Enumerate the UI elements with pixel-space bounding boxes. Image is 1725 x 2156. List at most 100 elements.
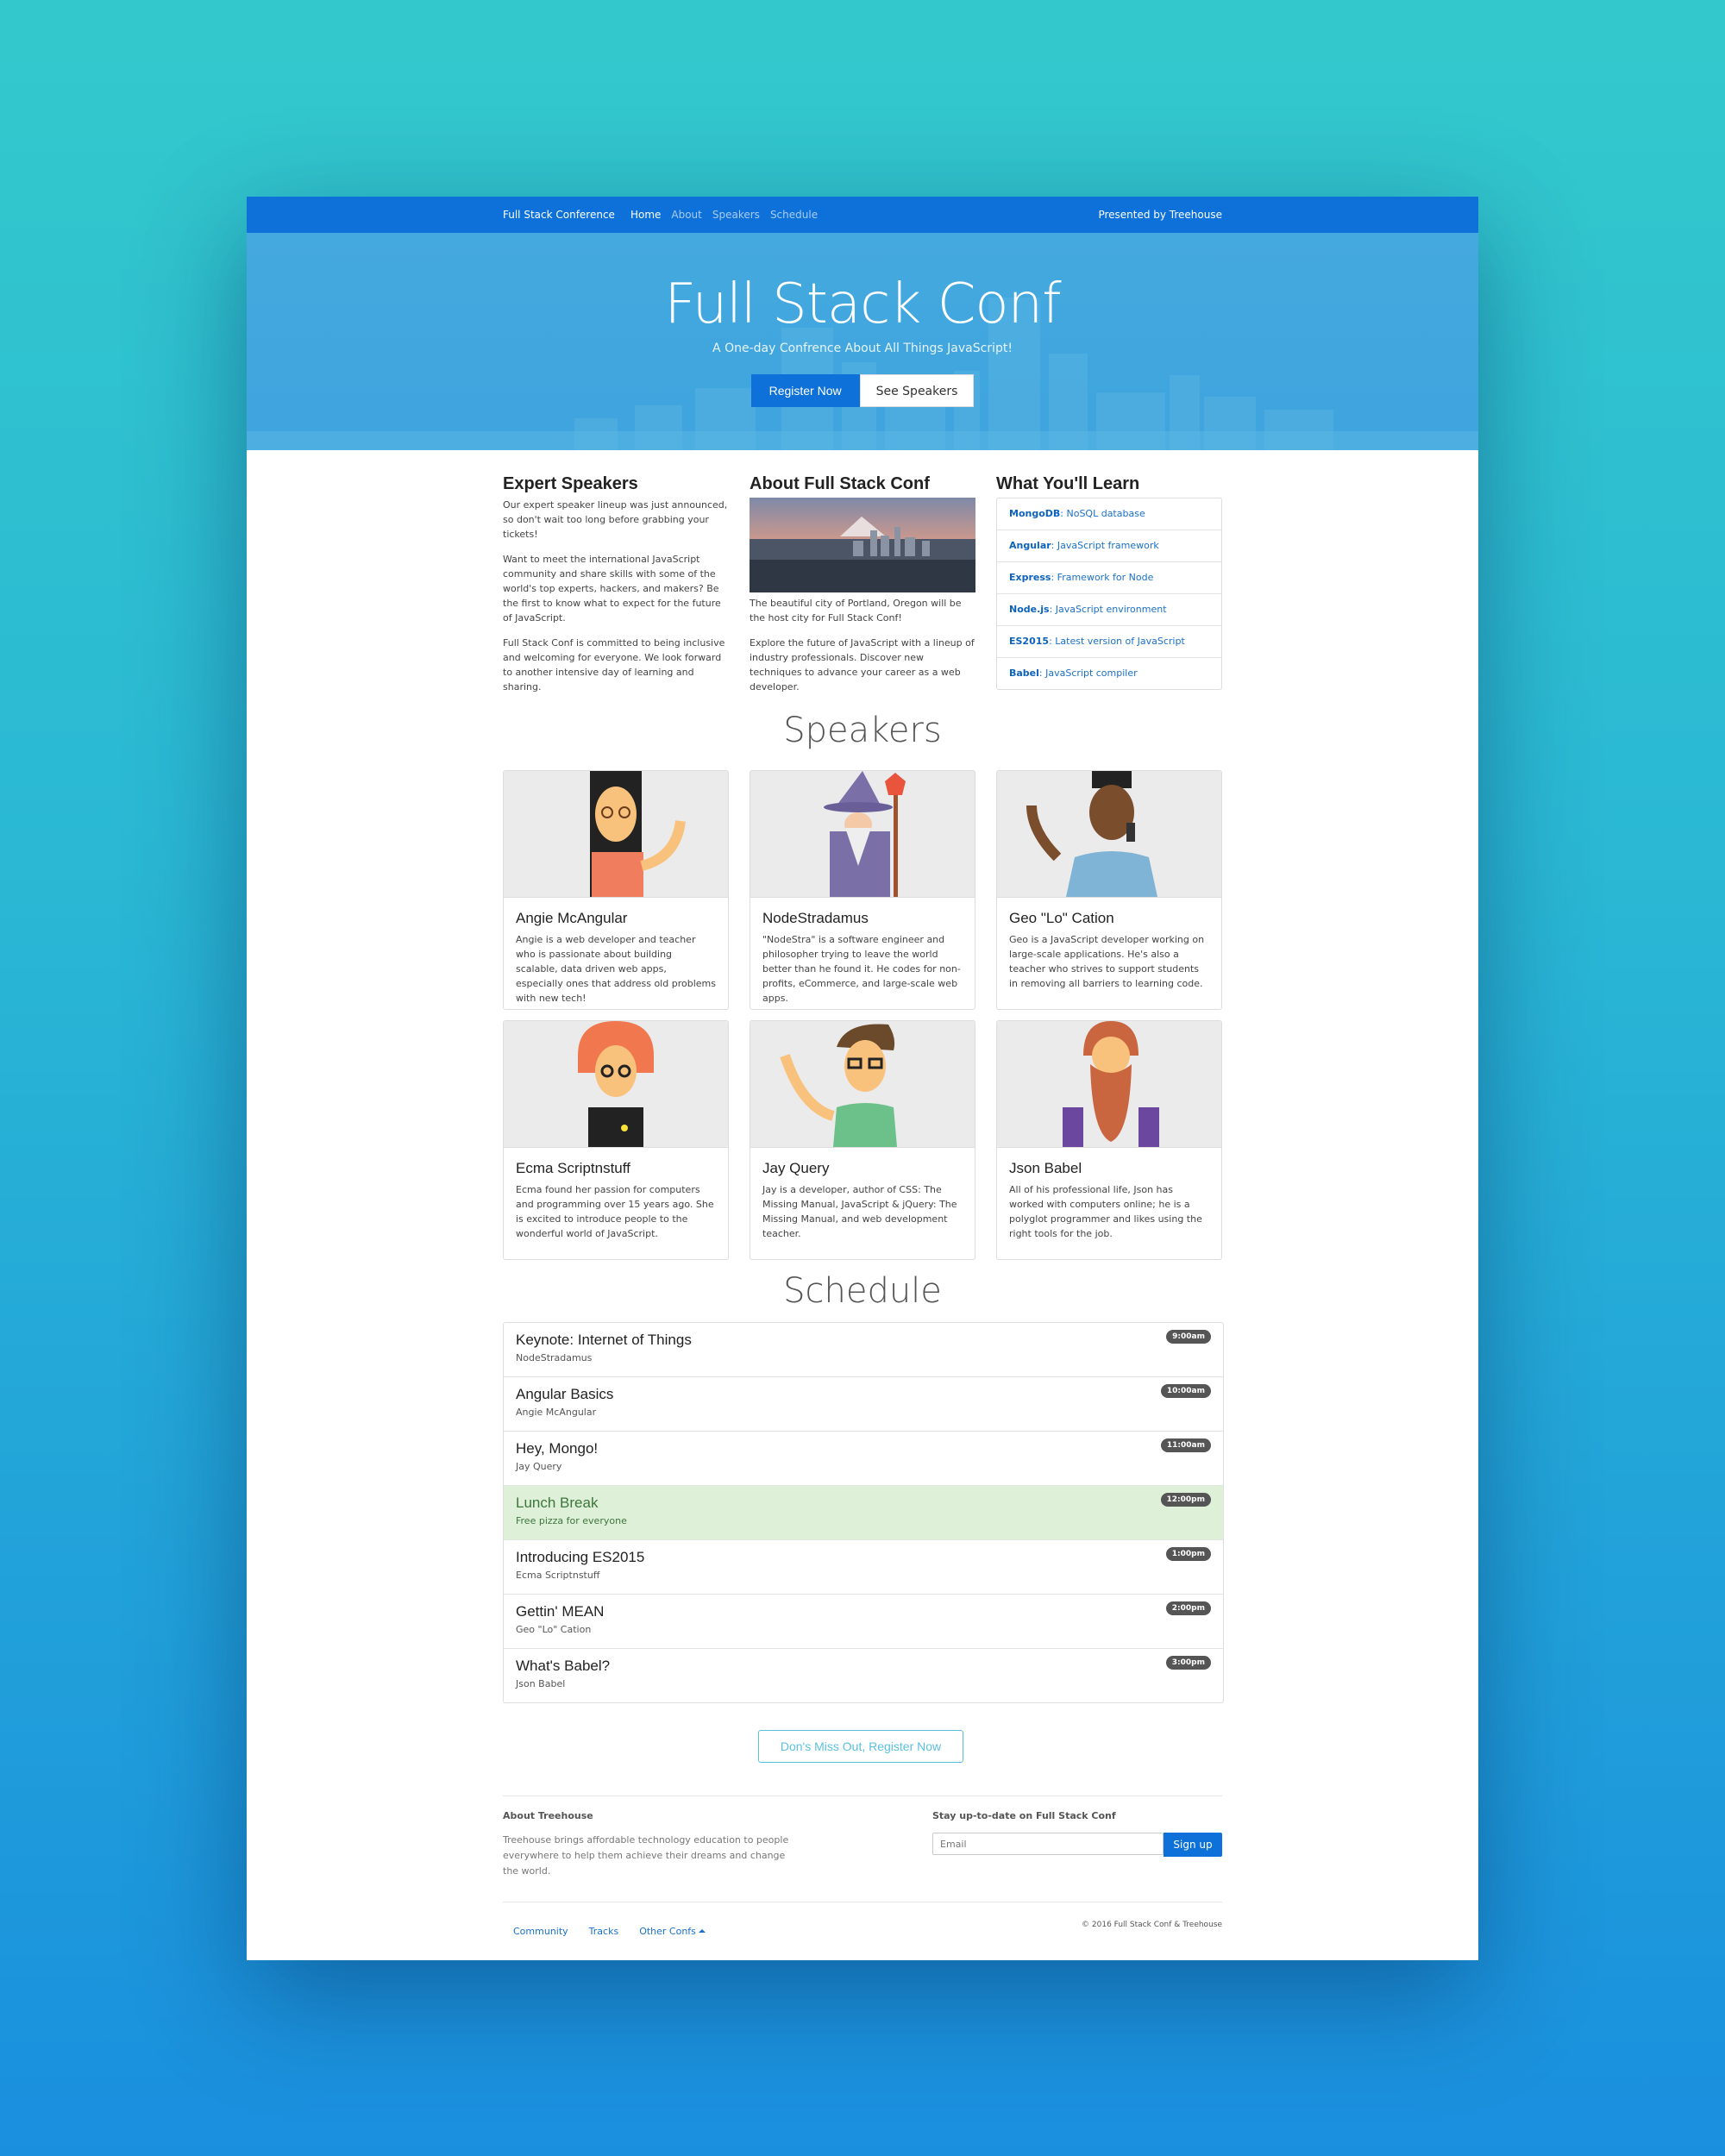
speaker-card: Geo "Lo" Cation Geo is a JavaScript deve… [996,770,1222,1010]
speaker-card: Json Babel All of his professional life,… [996,1020,1222,1260]
portland-city-image [750,498,975,592]
time-badge: 11:00am [1160,1438,1211,1452]
speakers-title: Speakers [783,711,942,750]
learn-item-es2015[interactable]: ES2015: Latest version of JavaScript [997,626,1221,658]
footer: About Treehouse Treehouse brings afforda… [503,1796,1222,1952]
session-speaker: Json Babel [516,1678,566,1689]
schedule-title: Schedule [783,1271,942,1311]
hero-subtitle: A One-day Confrence About All Things Jav… [712,342,1013,355]
footer-link-tracks[interactable]: Tracks [589,1926,619,1937]
sign-up-button[interactable]: Sign up [1164,1833,1222,1857]
page: Full Stack Conference Home About Speaker… [247,197,1478,1960]
about-paragraph: The beautiful city of Portland, Oregon w… [750,598,962,624]
speaker-bio: "NodeStra" is a software engineer and ph… [762,934,961,1004]
expert-paragraph: Full Stack Conf is committed to being in… [503,637,725,693]
schedule-item: Hey, Mongo! Jay Query 11:00am [504,1432,1223,1486]
learn-item-express[interactable]: Express: Framework for Node [997,562,1221,594]
speaker-name: Angie McAngular [516,910,628,926]
expert-paragraph: Our expert speaker lineup was just annou… [503,499,728,540]
footer-about-heading: About Treehouse [503,1810,593,1821]
session-title: Hey, Mongo! [516,1440,599,1457]
learn-item-babel[interactable]: Babel: JavaScript compiler [997,658,1221,689]
speaker-name: NodeStradamus [762,910,869,926]
session-title: Keynote: Internet of Things [516,1332,692,1348]
learn-item-name: Babel [1009,667,1039,679]
footer-newsletter-heading: Stay up-to-date on Full Stack Conf [932,1810,1116,1821]
session-speaker: Jay Query [516,1461,562,1472]
nav-home[interactable]: Home [630,209,661,221]
time-badge: 1:00pm [1165,1547,1211,1561]
learn-item-name: Node.js [1009,604,1050,615]
caret-up-icon [698,1929,706,1933]
speaker-name: Geo "Lo" Cation [1009,910,1114,926]
session-speaker: NodeStradamus [516,1352,593,1363]
hero: Full Stack Conf A One-day Confrence Abou… [247,233,1478,450]
session-title: Lunch Break [516,1495,599,1511]
hero-title: Full Stack Conf [664,273,1061,336]
footer-link-community[interactable]: Community [513,1926,568,1937]
learn-item-desc: : NoSQL database [1060,508,1145,519]
nav-speakers[interactable]: Speakers [712,209,760,221]
about-column: About Full Stack Conf The beautiful city… [750,474,975,705]
session-title: What's Babel? [516,1658,611,1674]
learn-item-name: ES2015 [1009,636,1050,647]
time-badge: 10:00am [1160,1384,1211,1398]
session-title: Angular Basics [516,1386,614,1402]
expert-paragraph: Want to meet the international JavaScrip… [503,554,721,624]
schedule-item: Keynote: Internet of Things NodeStradamu… [504,1323,1223,1377]
speaker-card: NodeStradamus "NodeStra" is a software e… [750,770,975,1010]
speaker-bio: All of his professional life, Json has w… [1009,1184,1202,1239]
register-now-button[interactable]: Register Now [750,374,860,407]
session-speaker: Ecma Scriptnstuff [516,1570,600,1581]
learn-item-nodejs[interactable]: Node.js: JavaScript environment [997,594,1221,626]
email-input[interactable] [932,1833,1164,1855]
see-speakers-button[interactable]: See Speakers [859,374,975,407]
speaker-bio: Ecma found her passion for computers and… [516,1184,714,1239]
schedule-list: Keynote: Internet of Things NodeStradamu… [503,1322,1224,1703]
presented-by: Presented by Treehouse [1098,209,1222,221]
speaker-avatar-json [997,1021,1221,1148]
learn-item-name: Express [1009,572,1051,583]
copyright: © 2016 Full Stack Conf & Treehouse [1082,1921,1222,1929]
learn-item-angular[interactable]: Angular: JavaScript framework [997,530,1221,562]
learn-column: What You'll Learn MongoDB: NoSQL databas… [996,474,1222,705]
speaker-name: Jay Query [762,1160,830,1176]
learn-item-mongodb[interactable]: MongoDB: NoSQL database [997,498,1221,530]
speaker-name: Json Babel [1009,1160,1082,1176]
nav-schedule[interactable]: Schedule [770,209,818,221]
brand-link[interactable]: Full Stack Conference [503,209,615,221]
speaker-avatar-angie [504,771,728,898]
footer-nav: Community Tracks Other Confs [513,1926,726,1937]
nav-about[interactable]: About [671,209,701,221]
session-speaker: Free pizza for everyone [516,1515,627,1526]
about-heading: About Full Stack Conf [750,474,930,493]
intro-columns: Expert Speakers Our expert speaker lineu… [503,474,1222,705]
session-title: Gettin' MEAN [516,1603,605,1620]
learn-item-desc: : Framework for Node [1051,572,1154,583]
time-badge: 12:00pm [1160,1493,1211,1507]
speaker-name: Ecma Scriptnstuff [516,1160,630,1176]
learn-heading: What You'll Learn [996,474,1140,493]
schedule-item: Angular Basics Angie McAngular 10:00am [504,1377,1223,1432]
learn-item-name: MongoDB [1009,508,1061,519]
navbar: Full Stack Conference Home About Speaker… [247,197,1478,233]
footer-about-text: Treehouse brings affordable technology e… [503,1834,789,1877]
learn-list: MongoDB: NoSQL database Angular: JavaScr… [996,498,1222,690]
learn-item-name: Angular [1009,540,1051,551]
speaker-avatar-geo [997,771,1221,898]
session-speaker: Geo "Lo" Cation [516,1624,592,1635]
speaker-card: Jay Query Jay is a developer, author of … [750,1020,975,1260]
speaker-bio: Geo is a JavaScript developer working on… [1009,934,1205,989]
session-title: Introducing ES2015 [516,1549,645,1565]
footer-link-other-confs[interactable]: Other Confs [639,1926,706,1937]
expert-speakers-column: Expert Speakers Our expert speaker lineu… [503,474,729,705]
speaker-avatar-nodestradamus [750,771,975,898]
speakers-grid: Angie McAngular Angie is a web developer… [503,770,1222,1260]
learn-item-desc: : Latest version of JavaScript [1049,636,1185,647]
learn-item-desc: : JavaScript compiler [1038,667,1138,679]
speaker-card: Ecma Scriptnstuff Ecma found her passion… [503,1020,729,1260]
about-paragraph: Explore the future of JavaScript with a … [750,637,975,693]
register-cta-button[interactable]: Don's Miss Out, Register Now [758,1730,963,1763]
time-badge: 3:00pm [1165,1656,1211,1670]
session-speaker: Angie McAngular [516,1407,597,1418]
